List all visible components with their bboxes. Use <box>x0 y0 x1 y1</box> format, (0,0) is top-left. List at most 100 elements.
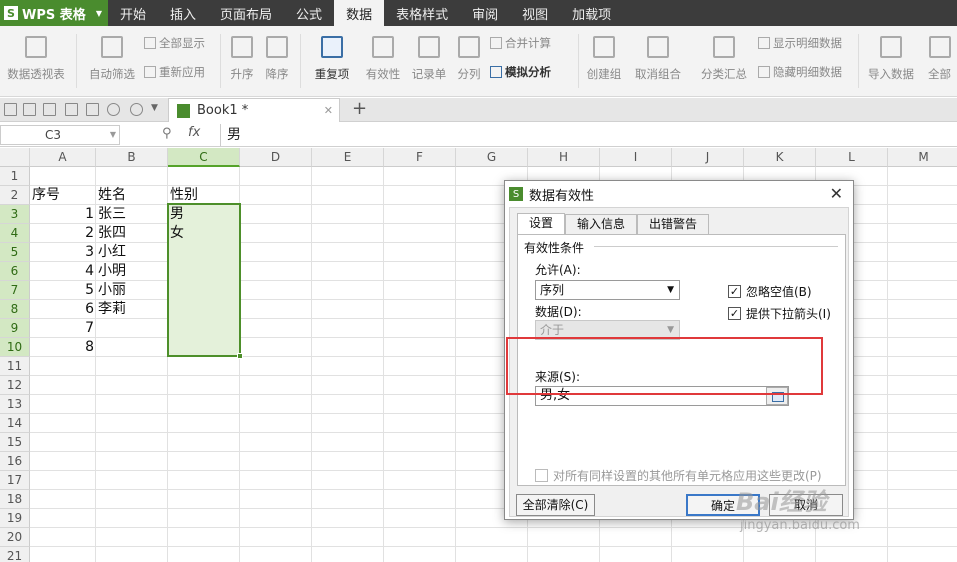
app-menu-button[interactable]: S WPS 表格 ▼ <box>0 0 108 26</box>
ignore-blank-checkbox[interactable]: ✓ 忽略空值(B) <box>728 283 812 300</box>
autofilter-button[interactable]: 自动筛选 <box>84 26 140 96</box>
clear-all-button[interactable]: 全部清除(C) <box>516 494 595 516</box>
fx-icon[interactable]: fx <box>188 125 200 140</box>
hide-detail-button[interactable]: 隐藏明细数据 <box>758 61 842 83</box>
chevron-down-icon[interactable]: ▼ <box>110 126 116 144</box>
watermark-url: jingyan.baidu.com <box>740 518 860 533</box>
what-if-analysis-button[interactable]: 模拟分析 <box>490 61 551 83</box>
row-header-21[interactable]: 21 <box>0 547 30 562</box>
tab-insert[interactable]: 插入 <box>158 0 208 26</box>
row-header-15[interactable]: 15 <box>0 433 30 452</box>
tab-review[interactable]: 审阅 <box>460 0 510 26</box>
group-icon <box>593 36 615 58</box>
duplicates-button[interactable]: 重复项 <box>306 26 358 96</box>
tab-view[interactable]: 视图 <box>510 0 560 26</box>
column-header-h[interactable]: H <box>528 148 600 167</box>
row-header-10[interactable]: 10 <box>0 338 30 357</box>
allow-select[interactable]: 序列 ▼ <box>535 280 680 300</box>
show-detail-button[interactable]: 显示明细数据 <box>758 32 842 54</box>
form-button[interactable]: 记录单 <box>408 26 450 96</box>
cell-b3: 张三 <box>98 206 126 222</box>
select-all-corner[interactable] <box>0 148 30 167</box>
show-all-button[interactable]: 全部显示 <box>144 32 205 54</box>
column-header-g[interactable]: G <box>456 148 528 167</box>
row-header-5[interactable]: 5 <box>0 243 30 262</box>
column-header-a[interactable]: A <box>30 148 96 167</box>
cell-a4: 2 <box>85 225 94 241</box>
row-header-20[interactable]: 20 <box>0 528 30 547</box>
new-tab-plus-icon[interactable]: + <box>352 98 367 120</box>
ungroup-icon <box>647 36 669 58</box>
row-header-8[interactable]: 8 <box>0 300 30 319</box>
name-box[interactable]: C3 ▼ <box>0 125 120 145</box>
row-header-9[interactable]: 9 <box>0 319 30 338</box>
tab-home[interactable]: 开始 <box>108 0 158 26</box>
cell-a8: 6 <box>85 301 94 317</box>
column-header-i[interactable]: I <box>600 148 672 167</box>
sort-descending-button[interactable]: 降序 <box>261 26 293 96</box>
print-preview-icon[interactable] <box>86 103 99 116</box>
row-header-12[interactable]: 12 <box>0 376 30 395</box>
tab-page-layout[interactable]: 页面布局 <box>208 0 284 26</box>
column-header-k[interactable]: K <box>744 148 816 167</box>
row-header-16[interactable]: 16 <box>0 452 30 471</box>
dropdown-arrow-checkbox[interactable]: ✓ 提供下拉箭头(I) <box>728 305 831 322</box>
sort-ascending-button[interactable]: 升序 <box>226 26 258 96</box>
group-button[interactable]: 创建组 <box>584 26 624 96</box>
print-icon[interactable] <box>65 103 78 116</box>
reapply-button[interactable]: 重新应用 <box>144 61 205 83</box>
row-header-17[interactable]: 17 <box>0 471 30 490</box>
column-header-m[interactable]: M <box>888 148 957 167</box>
row-header-7[interactable]: 7 <box>0 281 30 300</box>
row-header-18[interactable]: 18 <box>0 490 30 509</box>
zoom-icon[interactable]: ⚲ <box>162 126 172 141</box>
subtotal-button[interactable]: 分类汇总 <box>698 26 750 96</box>
validation-button[interactable]: 有效性 <box>362 26 404 96</box>
row-header-2[interactable]: 2 <box>0 186 30 205</box>
tab-settings[interactable]: 设置 <box>517 213 565 235</box>
data-label: 数据(D): <box>535 305 582 319</box>
row-header-1[interactable]: 1 <box>0 167 30 186</box>
formula-input[interactable]: 男 <box>220 124 957 146</box>
row-header-14[interactable]: 14 <box>0 414 30 433</box>
row-header-13[interactable]: 13 <box>0 395 30 414</box>
grid-column-line <box>383 148 384 562</box>
column-header-b[interactable]: B <box>96 148 168 167</box>
customize-chevron-icon[interactable]: ▼ <box>151 103 164 116</box>
row-header-3[interactable]: 3 <box>0 205 30 224</box>
save-icon[interactable] <box>23 103 36 116</box>
tab-formulas[interactable]: 公式 <box>284 0 334 26</box>
text-to-columns-button[interactable]: 分列 <box>454 26 484 96</box>
filter-reapply-icon <box>144 66 156 78</box>
column-header-c[interactable]: C <box>168 148 240 167</box>
tab-error-alert[interactable]: 出错警告 <box>637 214 709 234</box>
close-icon[interactable]: ✕ <box>830 184 843 203</box>
tab-addins[interactable]: 加载项 <box>560 0 623 26</box>
export-pdf-icon[interactable] <box>43 103 56 116</box>
row-header-19[interactable]: 19 <box>0 509 30 528</box>
column-header-e[interactable]: E <box>312 148 384 167</box>
fill-handle[interactable] <box>237 353 243 359</box>
tab-table-style[interactable]: 表格样式 <box>384 0 460 26</box>
pivot-table-button[interactable]: 数据透视表 <box>4 26 68 96</box>
import-data-button[interactable]: 导入数据 <box>864 26 918 96</box>
ribbon-separator <box>76 34 77 88</box>
tab-input-message[interactable]: 输入信息 <box>565 214 637 234</box>
redo-icon[interactable] <box>130 103 143 116</box>
column-header-l[interactable]: L <box>816 148 888 167</box>
tab-data[interactable]: 数据 <box>334 0 385 26</box>
column-header-f[interactable]: F <box>384 148 456 167</box>
undo-icon[interactable] <box>107 103 120 116</box>
ungroup-button[interactable]: 取消组合 <box>630 26 686 96</box>
close-tab-icon[interactable]: ✕ <box>324 104 333 117</box>
cell-c3: 男 <box>170 206 184 222</box>
row-header-11[interactable]: 11 <box>0 357 30 376</box>
row-header-4[interactable]: 4 <box>0 224 30 243</box>
column-header-j[interactable]: J <box>672 148 744 167</box>
open-icon[interactable] <box>4 103 17 116</box>
consolidate-button[interactable]: 合并计算 <box>490 32 551 54</box>
all-button[interactable]: 全部 <box>922 26 957 96</box>
document-tab[interactable]: Book1 * ✕ <box>168 98 340 122</box>
column-header-d[interactable]: D <box>240 148 312 167</box>
row-header-6[interactable]: 6 <box>0 262 30 281</box>
